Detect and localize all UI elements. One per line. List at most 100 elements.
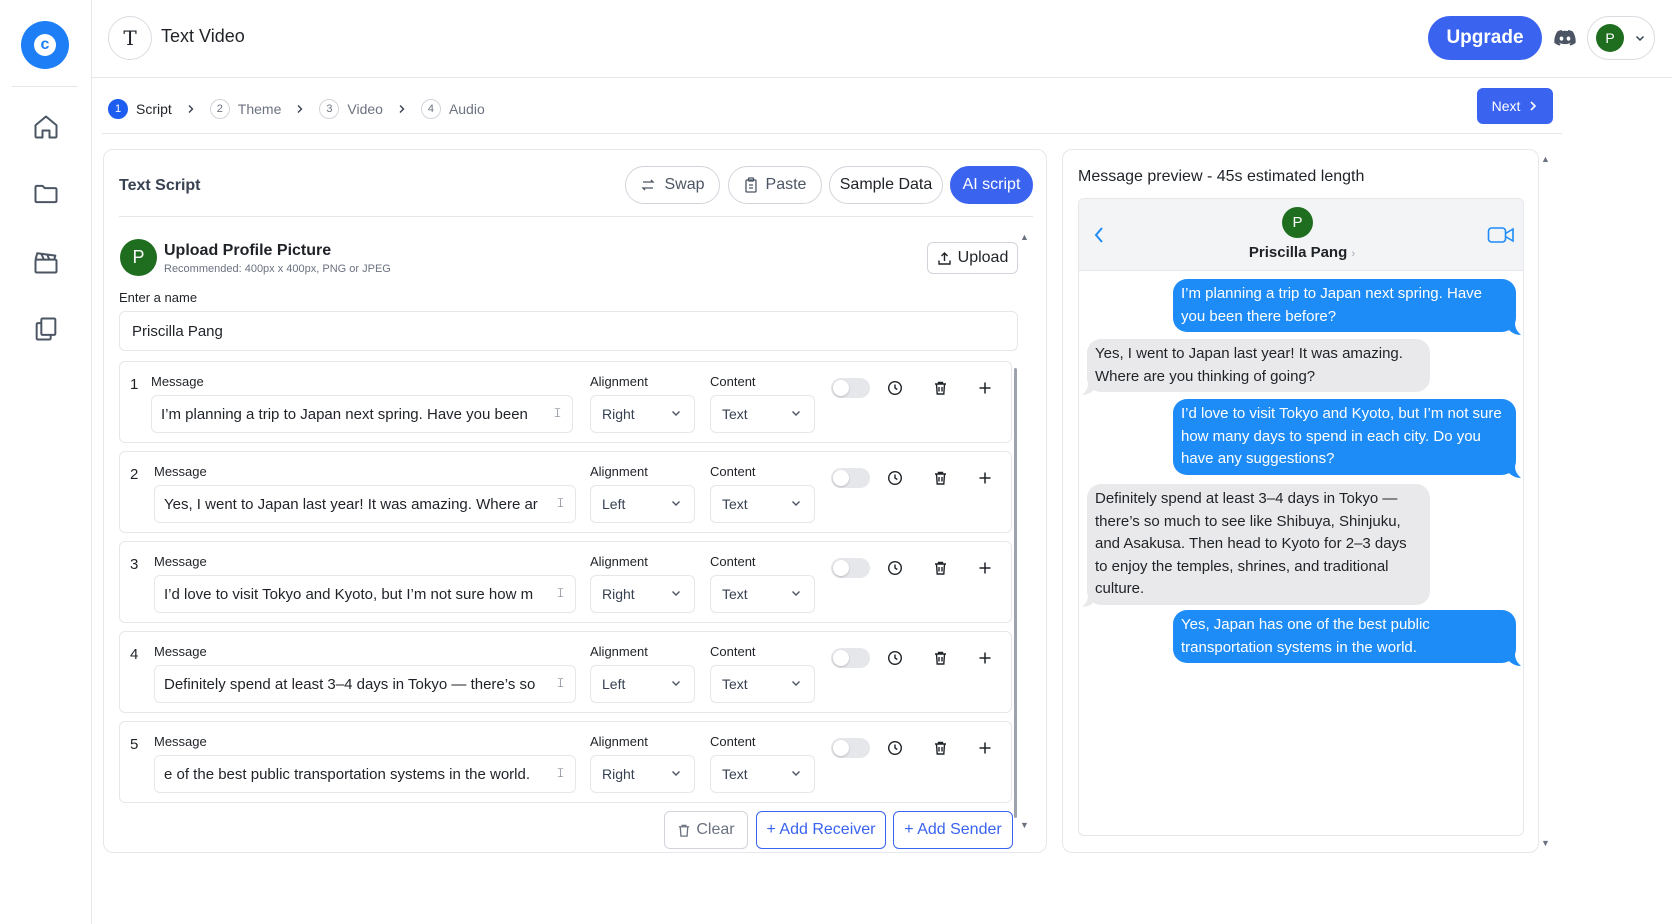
toggle-switch[interactable] — [831, 468, 870, 488]
add-after-button[interactable] — [976, 379, 994, 397]
delete-button[interactable] — [931, 649, 949, 667]
scroll-up-arrow[interactable]: ▲ — [1020, 232, 1029, 242]
content-select[interactable]: Text — [710, 665, 815, 703]
profile-upload-title: Upload Profile Picture — [164, 242, 332, 259]
chevron-right-icon — [1530, 101, 1537, 111]
delete-button[interactable] — [931, 469, 949, 487]
alignment-value: Right — [602, 586, 635, 602]
profile-avatar[interactable]: P — [120, 239, 157, 276]
top-bar: T Text Video Upgrade P — [92, 0, 1672, 78]
ai-script-button[interactable]: AI script — [950, 166, 1033, 204]
content-select[interactable]: Text — [710, 485, 815, 523]
chevron-down-icon — [672, 771, 680, 776]
video-call-icon[interactable] — [1487, 225, 1515, 245]
message-text: I’m planning a trip to Japan next spring… — [161, 405, 528, 423]
delete-button[interactable] — [931, 379, 949, 397]
content-select[interactable]: Text — [710, 755, 815, 793]
upgrade-button[interactable]: Upgrade — [1428, 16, 1542, 60]
message-input[interactable]: I’m planning a trip to Japan next spring… — [151, 395, 573, 433]
step-number: 1 — [108, 99, 128, 119]
timer-button[interactable] — [886, 649, 904, 667]
delete-button[interactable] — [931, 559, 949, 577]
swap-button[interactable]: Swap — [625, 166, 720, 204]
toggle-switch[interactable] — [831, 648, 870, 668]
sidebar-item-projects[interactable] — [28, 176, 64, 212]
clapperboard-icon — [34, 252, 58, 274]
timer-button[interactable] — [886, 559, 904, 577]
sidebar-item-templates[interactable] — [28, 311, 64, 347]
content-value: Text — [722, 496, 748, 512]
chat-bubble-sent: I’m planning a trip to Japan next spring… — [1173, 279, 1516, 332]
message-text: I’d love to visit Tokyo and Kyoto, but I… — [164, 585, 534, 603]
profile-upload-hint: Recommended: 400px x 400px, PNG or JPEG — [164, 263, 391, 275]
chevron-down-icon — [672, 591, 680, 596]
chevron-down-icon — [792, 681, 800, 686]
sidebar-item-videos[interactable] — [28, 244, 64, 280]
page-scroll-down-arrow[interactable]: ▼ — [1541, 838, 1550, 848]
content-select[interactable]: Text — [710, 395, 815, 433]
clear-button[interactable]: Clear — [664, 811, 748, 849]
page-scroll-up-arrow[interactable]: ▲ — [1541, 154, 1550, 164]
plus-icon — [979, 652, 991, 664]
chat-bubble-received: Yes, I went to Japan last year! It was a… — [1087, 339, 1430, 392]
alignment-select[interactable]: Left — [590, 485, 695, 523]
next-button[interactable]: Next — [1477, 88, 1553, 124]
add-receiver-button[interactable]: + Add Receiver — [756, 811, 886, 849]
toggle-switch[interactable] — [831, 378, 870, 398]
step-video[interactable]: 3 Video — [319, 99, 383, 119]
delete-button[interactable] — [931, 739, 949, 757]
add-sender-button[interactable]: + Add Sender — [893, 811, 1013, 849]
bubble-tail — [1509, 323, 1521, 335]
add-after-button[interactable] — [976, 649, 994, 667]
alignment-select[interactable]: Left — [590, 665, 695, 703]
message-label: Message — [154, 464, 207, 479]
alignment-select[interactable]: Right — [590, 395, 695, 433]
add-after-button[interactable] — [976, 469, 994, 487]
step-number: 4 — [420, 99, 441, 119]
message-label: Message — [154, 554, 207, 569]
chevron-right-icon — [186, 101, 196, 117]
paste-button[interactable]: Paste — [728, 166, 822, 204]
add-after-button[interactable] — [976, 559, 994, 577]
alignment-select[interactable]: Right — [590, 755, 695, 793]
upload-button[interactable]: Upload — [927, 242, 1018, 274]
bubble-tail — [1082, 595, 1094, 607]
app-logo[interactable]: c — [21, 21, 69, 69]
alignment-select[interactable]: Right — [590, 575, 695, 613]
toggle-switch[interactable] — [831, 738, 870, 758]
bubble-tail — [1082, 383, 1094, 395]
step-audio[interactable]: 4 Audio — [420, 99, 485, 119]
message-input[interactable]: Definitely spend at least 3–4 days in To… — [154, 665, 576, 703]
discord-icon[interactable] — [1552, 26, 1578, 50]
sidebar-item-home[interactable] — [28, 109, 64, 145]
name-input[interactable]: Priscilla Pang — [119, 311, 1018, 351]
content-label: Content — [710, 644, 756, 659]
text-cursor-icon: 𝙸 — [555, 496, 565, 511]
content-value: Text — [722, 766, 748, 782]
message-text: Yes, I went to Japan last year! It was a… — [164, 495, 538, 513]
message-row: 4 Message Alignment Content Definitely s… — [119, 631, 1012, 713]
timer-button[interactable] — [886, 379, 904, 397]
content-select[interactable]: Text — [710, 575, 815, 613]
add-after-button[interactable] — [976, 739, 994, 757]
home-icon — [34, 115, 58, 139]
scroll-down-arrow[interactable]: ▼ — [1020, 820, 1029, 830]
step-script[interactable]: 1 Script — [108, 99, 172, 119]
sample-data-button[interactable]: Sample Data — [829, 166, 943, 204]
timer-button[interactable] — [886, 469, 904, 487]
toggle-switch[interactable] — [831, 558, 870, 578]
clear-label: Clear — [696, 821, 735, 838]
back-chevron-icon[interactable] — [1093, 226, 1105, 244]
content-value: Text — [722, 406, 748, 422]
paste-label: Paste — [765, 176, 807, 193]
message-label: Message — [151, 374, 204, 389]
message-input[interactable]: I’d love to visit Tokyo and Kyoto, but I… — [154, 575, 576, 613]
user-menu[interactable]: P — [1587, 16, 1655, 60]
message-input[interactable]: Yes, I went to Japan last year! It was a… — [154, 485, 576, 523]
documents-icon — [35, 317, 57, 341]
scrollbar[interactable] — [1014, 368, 1017, 818]
step-theme[interactable]: 2 Theme — [209, 99, 281, 119]
timer-button[interactable] — [886, 739, 904, 757]
chat-bubble-sent: I’d love to visit Tokyo and Kyoto, but I… — [1173, 399, 1516, 475]
message-input[interactable]: e of the best public transportation syst… — [154, 755, 576, 793]
